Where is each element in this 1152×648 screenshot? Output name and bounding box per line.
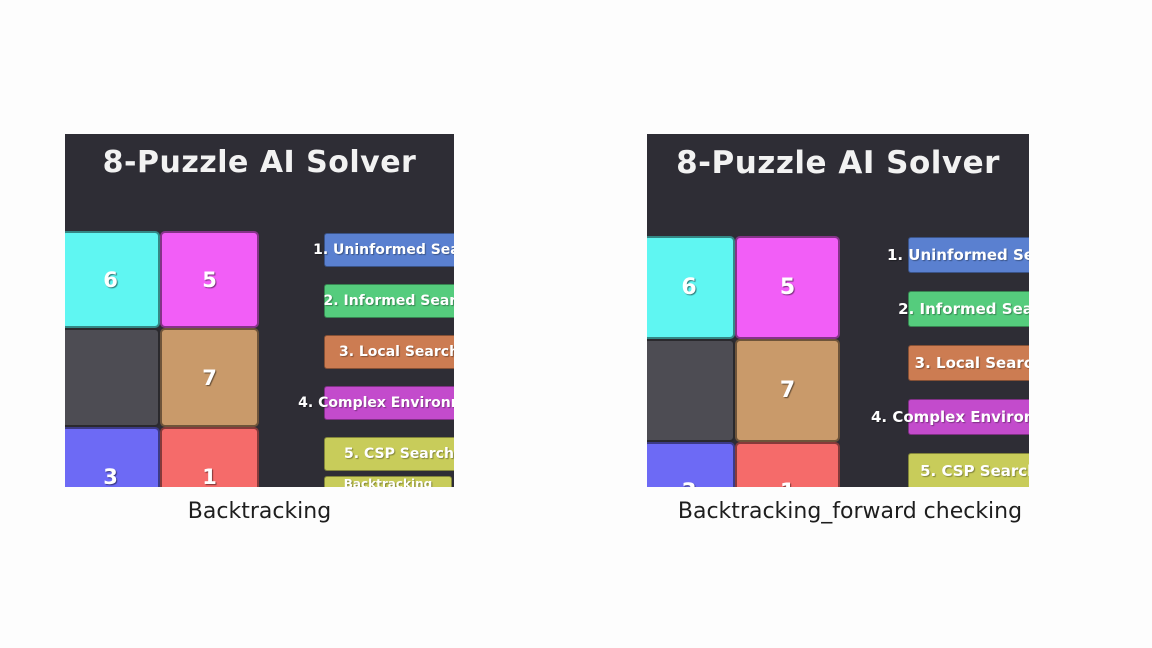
puzzle-tile[interactable]: 3 [65,427,160,487]
puzzle-tile[interactable]: 6 [647,236,735,339]
complex-environments-button[interactable]: 4. Complex Environments [298,386,454,420]
screenshot-backtracking: 8-Puzzle AI Solver 6 5 7 3 1 1. Uninform… [65,134,454,487]
puzzle-tile-empty[interactable] [65,328,160,427]
caption-backtracking: Backtracking [187,499,332,524]
informed-search-button[interactable]: 2. Informed Search [324,284,454,318]
csp-search-button[interactable]: 5. CSP Search [324,437,454,471]
puzzle-tile[interactable]: 6 [65,231,160,328]
local-search-button[interactable]: 3. Local Search [324,335,454,369]
app-title: 8-Puzzle AI Solver [102,145,417,180]
puzzle-tile[interactable]: 7 [735,339,840,442]
caption-forward-checking: Backtracking_forward checking [677,499,1023,524]
puzzle-tile[interactable]: 1 [735,442,840,487]
puzzle-tile[interactable]: 5 [160,231,259,328]
screenshot-forward-checking: 8-Puzzle AI Solver 6 5 7 3 1 1. Uninform… [647,134,1029,487]
backtracking-button[interactable]: Backtracking [324,476,452,487]
uninformed-search-button[interactable]: 1. Uninformed Search [313,233,454,267]
uninformed-search-button[interactable]: 1. Uninformed Search [887,237,1029,273]
puzzle-tile-empty[interactable] [647,339,735,442]
puzzle-tile[interactable]: 3 [647,442,735,487]
puzzle-tile[interactable]: 7 [160,328,259,427]
csp-search-button[interactable]: 5. CSP Search [908,453,1029,487]
local-search-button[interactable]: 3. Local Search [908,345,1029,381]
puzzle-tile[interactable]: 1 [160,427,259,487]
complex-environments-button[interactable]: 4. Complex Environments [871,399,1029,435]
app-title: 8-Puzzle AI Solver [676,145,1000,181]
puzzle-tile[interactable]: 5 [735,236,840,339]
informed-search-button[interactable]: 2. Informed Search [898,291,1029,327]
